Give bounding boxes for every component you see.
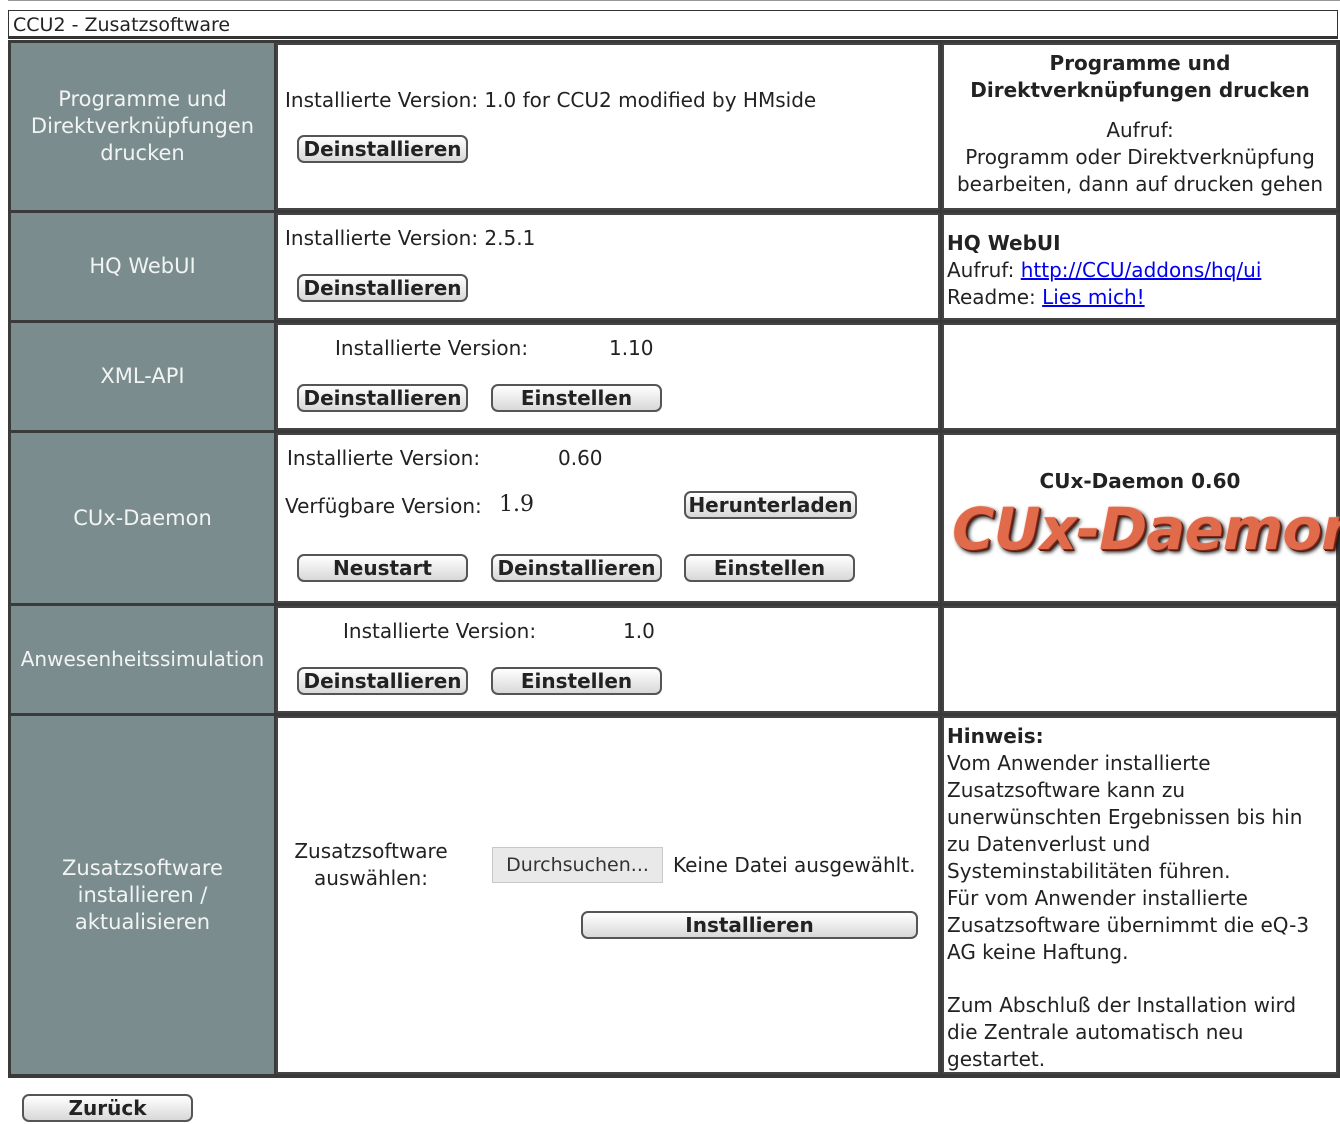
select-addon-label-line: auswählen:	[314, 866, 428, 890]
installed-version-value: 0.60	[558, 446, 603, 470]
row-content-xml-api: Installierte Version: 1.10 Deinstalliere…	[276, 323, 940, 430]
restart-note-line: Zum Abschluß der Installation wird	[947, 993, 1297, 1017]
row-info-presence-simulation	[942, 606, 1338, 713]
cux-daemon-logo: CUx-Daemon	[952, 495, 1340, 563]
row-content-cux-daemon: Installierte Version: 0.60 Verfügbare Ve…	[276, 433, 940, 603]
hint-title: Hinweis:	[947, 724, 1044, 748]
uninstall-button[interactable]: Deinstallieren	[297, 135, 468, 163]
uninstall-button[interactable]: Deinstallieren	[297, 667, 468, 695]
row-name-xml-api: XML-API	[11, 323, 274, 430]
info-call-row: Aufruf: http://CCU/addons/hq/ui	[947, 257, 1336, 284]
addon-table: Programme und Direktverknüpfungen drucke…	[8, 40, 1340, 1078]
row-info-hq-webui: HQ WebUI Aufruf: http://CCU/addons/hq/ui…	[942, 213, 1338, 320]
hint-line: zu Datenverlust und	[947, 832, 1151, 856]
file-status: Keine Datei ausgewählt.	[673, 853, 916, 877]
hint-line: Zusatzsoftware übernimmt die eQ-3	[947, 913, 1310, 937]
row-info-print-programs: Programme und Direktverknüpfungen drucke…	[942, 43, 1338, 210]
row-name-text: XML-API	[100, 364, 185, 388]
restart-button[interactable]: Neustart	[297, 554, 468, 582]
installed-version-value: 1.10	[609, 336, 654, 360]
row-info-cux-daemon: CUx-Daemon 0.60 CUx-Daemon	[942, 433, 1340, 603]
row-content-print-programs: Installierte Version: 1.0 for CCU2 modif…	[276, 43, 940, 210]
info-title: HQ WebUI	[947, 231, 1061, 255]
info-call-line: bearbeiten, dann auf drucken gehen	[956, 172, 1323, 196]
settings-button[interactable]: Einstellen	[491, 384, 662, 412]
browse-button[interactable]: Durchsuchen...	[492, 847, 663, 883]
info-call-label: Aufruf:	[1106, 118, 1174, 142]
settings-button[interactable]: Einstellen	[684, 554, 855, 582]
installed-version-label: Installierte Version:	[343, 619, 537, 643]
hint-line: Systeminstabilitäten führen.	[947, 859, 1231, 883]
settings-button[interactable]: Einstellen	[491, 667, 662, 695]
download-button[interactable]: Herunterladen	[684, 491, 857, 519]
row-name-hq-webui: HQ WebUI	[11, 213, 274, 320]
readme-link[interactable]: Lies mich!	[1042, 285, 1145, 309]
restart-note-line: die Zentrale automatisch neu	[947, 1020, 1244, 1044]
info-title: CUx-Daemon 0.60	[1039, 469, 1241, 493]
row-name-print-programs: Programme und Direktverknüpfungen drucke…	[11, 43, 274, 210]
installed-version-value: 1.0	[623, 619, 655, 643]
install-button[interactable]: Installieren	[581, 911, 918, 939]
available-version-value: 1.9	[499, 492, 534, 517]
select-addon-label: Zusatzsoftware auswählen:	[286, 838, 456, 892]
info-call-label: Aufruf:	[947, 258, 1015, 282]
hq-ui-link[interactable]: http://CCU/addons/hq/ui	[1021, 258, 1262, 282]
row-content-install-addon: Zusatzsoftware auswählen: Durchsuchen...…	[276, 716, 940, 1074]
row-name-line: aktualisieren	[74, 909, 211, 934]
row-name-cux-daemon: CUx-Daemon	[11, 433, 274, 603]
row-name-install-addon: Zusatzsoftware installieren / aktualisie…	[11, 716, 274, 1074]
installed-version-label: Installierte Version: 2.5.1	[285, 226, 536, 250]
installed-version-label: Installierte Version: 1.0 for CCU2 modif…	[285, 88, 817, 112]
installed-version-label: Installierte Version:	[335, 336, 529, 360]
info-title: Programme und Direktverknüpfungen drucke…	[944, 50, 1336, 104]
row-name-line: drucken	[100, 141, 185, 165]
row-name-line: installieren /	[77, 882, 208, 907]
row-name-text: Anwesenheitssimulation	[20, 647, 265, 671]
info-readme-row: Readme: Lies mich!	[947, 284, 1336, 311]
uninstall-button[interactable]: Deinstallieren	[491, 554, 662, 582]
info-title-line: Programme und	[1049, 51, 1231, 75]
row-name-line: Programme und	[58, 87, 227, 111]
hint-line: Zusatzsoftware kann zu	[947, 778, 1186, 802]
row-content-presence-simulation: Installierte Version: 1.0 Deinstallieren…	[276, 606, 940, 713]
restart-note-line: gestartet.	[947, 1047, 1046, 1071]
row-info-xml-api	[942, 323, 1338, 430]
uninstall-button[interactable]: Deinstallieren	[297, 274, 468, 302]
row-name-line: Direktverknüpfungen	[30, 114, 255, 138]
available-version-label: Verfügbare Version:	[285, 494, 482, 518]
installed-version-label: Installierte Version:	[287, 446, 481, 470]
row-name-text: HQ WebUI	[89, 254, 196, 278]
row-content-hq-webui: Installierte Version: 2.5.1 Deinstallier…	[276, 213, 940, 320]
window-title: CCU2 - Zusatzsoftware	[8, 10, 1338, 39]
info-title-line: Direktverknüpfungen drucken	[970, 78, 1310, 102]
row-info-install-addon: Hinweis: Vom Anwender installierte Zusat…	[942, 716, 1338, 1074]
row-name-line: Zusatzsoftware	[62, 855, 223, 880]
info-call-line: Programm oder Direktverknüpfung	[965, 145, 1315, 169]
select-addon-label-line: Zusatzsoftware	[294, 839, 448, 863]
info-readme-label: Readme:	[947, 285, 1036, 309]
hint-line: Vom Anwender installierte	[947, 751, 1211, 775]
uninstall-button[interactable]: Deinstallieren	[297, 384, 468, 412]
row-name-text: CUx-Daemon	[73, 505, 212, 530]
hint-line: unerwünschten Ergebnissen bis hin	[947, 805, 1303, 829]
hint-line: Für vom Anwender installierte	[947, 886, 1248, 910]
hint-line: AG keine Haftung.	[947, 940, 1129, 964]
row-name-presence-simulation: Anwesenheitssimulation	[11, 606, 274, 713]
back-button[interactable]: Zurück	[22, 1094, 193, 1122]
